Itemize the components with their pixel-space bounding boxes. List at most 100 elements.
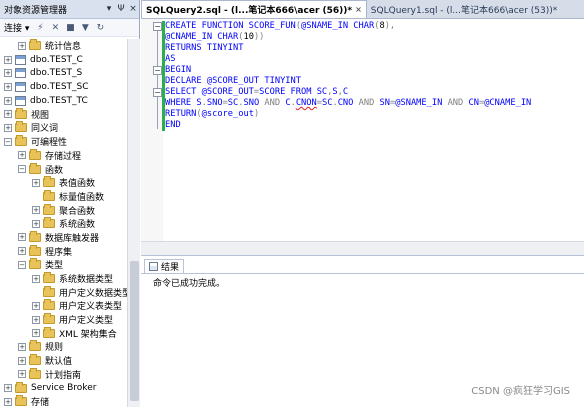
code-token: )) — [253, 32, 265, 42]
code-token: C — [280, 98, 291, 108]
tree-item[interactable]: + 系统函数 — [0, 217, 127, 231]
results-tab-label: 结果 — [161, 263, 180, 273]
folder-icon — [43, 313, 55, 325]
tab-sqlquery1[interactable]: SQLQuery1.sql - (l...笔记本666\acer (53))* — [367, 0, 561, 18]
code-token: SELECT @SCORE_OUT — [165, 87, 254, 97]
tree-item-label: 规则 — [45, 343, 64, 354]
code-token: @score_out — [201, 109, 254, 119]
tree-item[interactable]: + 视图 — [0, 107, 127, 121]
tree-item[interactable]: + 聚合函数 — [0, 203, 127, 217]
collapse-icon[interactable]: − — [18, 260, 26, 269]
expand-icon[interactable]: + — [18, 247, 26, 256]
code-line: END — [165, 120, 531, 131]
collapse-icon[interactable]: − — [4, 137, 12, 146]
expand-icon[interactable]: + — [32, 219, 40, 228]
expand-icon[interactable]: + — [32, 315, 40, 324]
collapse-icon[interactable]: − — [153, 22, 162, 31]
table-icon — [15, 68, 26, 79]
code-area[interactable]: CREATE FUNCTION SCORE_FUN(@SNAME_IN CHAR… — [165, 21, 531, 131]
folder-icon — [15, 121, 27, 133]
expand-icon[interactable]: + — [32, 329, 40, 338]
tree-item[interactable]: + 同义词 — [0, 121, 127, 135]
folder-icon — [43, 176, 55, 188]
tree-item[interactable]: + 用户定义表类型 — [0, 299, 127, 313]
tree-item-label: 系统数据类型 — [59, 275, 114, 286]
tree-item-label: dbo.TEST_SC — [30, 81, 89, 92]
code-token: AND — [358, 98, 375, 108]
tree-item[interactable]: 用户定义数据类型 — [0, 285, 127, 299]
object-explorer-scrollbar[interactable] — [127, 39, 140, 407]
tree-item[interactable]: + 规则 — [0, 340, 127, 354]
close-tab-icon[interactable]: × — [355, 5, 362, 14]
object-explorer-title: 对象资源管理器 — [4, 5, 68, 16]
tree-item[interactable]: + 用户定义类型 — [0, 313, 127, 327]
tree-item[interactable]: + XML 架构集合 — [0, 326, 127, 340]
tree-item[interactable]: + 表值函数 — [0, 176, 127, 190]
tree-item[interactable]: + Service Broker — [0, 381, 127, 395]
tree-item[interactable]: 标量值函数 — [0, 189, 127, 204]
results-icon — [149, 262, 158, 271]
tree-item[interactable]: + 存储 — [0, 395, 127, 407]
code-token: ), — [384, 21, 396, 31]
collapse-icon[interactable]: − — [18, 165, 26, 174]
editor-horizontal-scrollbar[interactable] — [141, 241, 584, 255]
tree-item[interactable]: + 数据库触发器 — [0, 230, 127, 245]
filter-icon[interactable]: ▼ — [79, 22, 91, 34]
tree-item[interactable]: + dbo.TEST_C — [0, 53, 127, 67]
tree-item[interactable]: + 系统数据类型 — [0, 272, 127, 286]
tab-sqlquery2[interactable]: SQLQuery2.sql - (l...笔记本666\acer (56))* … — [141, 0, 367, 18]
tree-item[interactable]: + 计划指南 — [0, 367, 127, 382]
connect-icon[interactable]: ⚡ — [34, 22, 46, 34]
folder-icon — [43, 189, 55, 201]
expand-icon[interactable]: + — [18, 342, 26, 351]
code-line: CREATE FUNCTION SCORE_FUN(@SNAME_IN CHAR… — [165, 21, 531, 32]
connect-button[interactable]: 连接 ▾ — [4, 21, 29, 34]
expand-icon[interactable]: + — [4, 384, 12, 393]
tree-item[interactable]: + dbo.TEST_TC — [0, 94, 127, 108]
folder-icon — [29, 244, 41, 256]
tree-item[interactable]: − 类型 — [0, 258, 127, 272]
tree-item[interactable]: − 可编程性 — [0, 135, 127, 149]
scrollbar-thumb[interactable] — [130, 261, 139, 401]
tree-item[interactable]: + 程序集 — [0, 244, 127, 258]
tree-item[interactable]: + 存储过程 — [0, 148, 127, 163]
expand-icon[interactable]: + — [4, 69, 12, 78]
tree-item[interactable]: + 默认值 — [0, 354, 127, 368]
tree-item[interactable]: + dbo.TEST_S — [0, 66, 127, 80]
collapse-icon[interactable]: − — [153, 88, 162, 97]
expand-icon[interactable]: + — [32, 206, 40, 215]
expand-icon[interactable]: + — [18, 370, 26, 379]
expand-icon[interactable]: + — [4, 123, 12, 132]
refresh-icon[interactable]: ↻ — [94, 22, 106, 34]
expand-icon[interactable]: + — [4, 82, 12, 91]
expand-icon[interactable]: + — [4, 110, 12, 119]
disconnect-icon[interactable]: ✕ — [49, 22, 61, 34]
table-icon — [15, 81, 26, 92]
expand-icon[interactable]: + — [32, 301, 40, 310]
expand-icon[interactable]: + — [18, 356, 26, 365]
pin-icon[interactable]: Ψ — [115, 4, 127, 14]
expand-icon[interactable]: + — [18, 151, 26, 160]
folder-icon — [29, 367, 41, 379]
close-icon[interactable]: × — [127, 4, 139, 14]
expand-icon[interactable]: + — [18, 41, 26, 50]
expand-icon[interactable]: + — [4, 397, 12, 406]
tree-item[interactable]: − 函数 — [0, 162, 127, 176]
tree-item[interactable]: + dbo.TEST_SC — [0, 80, 127, 94]
tree-item-label: dbo.TEST_TC — [30, 95, 88, 106]
stop-icon[interactable]: ■ — [64, 22, 76, 34]
tree-item[interactable]: + 统计信息 — [0, 39, 127, 53]
folder-icon — [43, 299, 55, 311]
expand-icon[interactable]: + — [18, 233, 26, 242]
folder-icon — [15, 107, 27, 119]
tab-label: SQLQuery1.sql - (l...笔记本666\acer (53))* — [370, 5, 558, 16]
expand-icon[interactable]: + — [4, 96, 12, 105]
expand-icon[interactable]: + — [32, 178, 40, 187]
sql-editor[interactable]: − − − CREATE FUNCTION SCORE_FUN(@SNAME_I… — [141, 19, 584, 241]
expand-icon[interactable]: + — [4, 55, 12, 64]
collapse-icon[interactable]: − — [153, 66, 162, 75]
expand-icon[interactable]: + — [32, 274, 40, 283]
document-tabs: SQLQuery2.sql - (l...笔记本666\acer (56))* … — [141, 0, 584, 19]
results-tab[interactable]: 结果 — [144, 259, 185, 273]
dropdown-icon[interactable]: ▾ — [103, 4, 115, 14]
